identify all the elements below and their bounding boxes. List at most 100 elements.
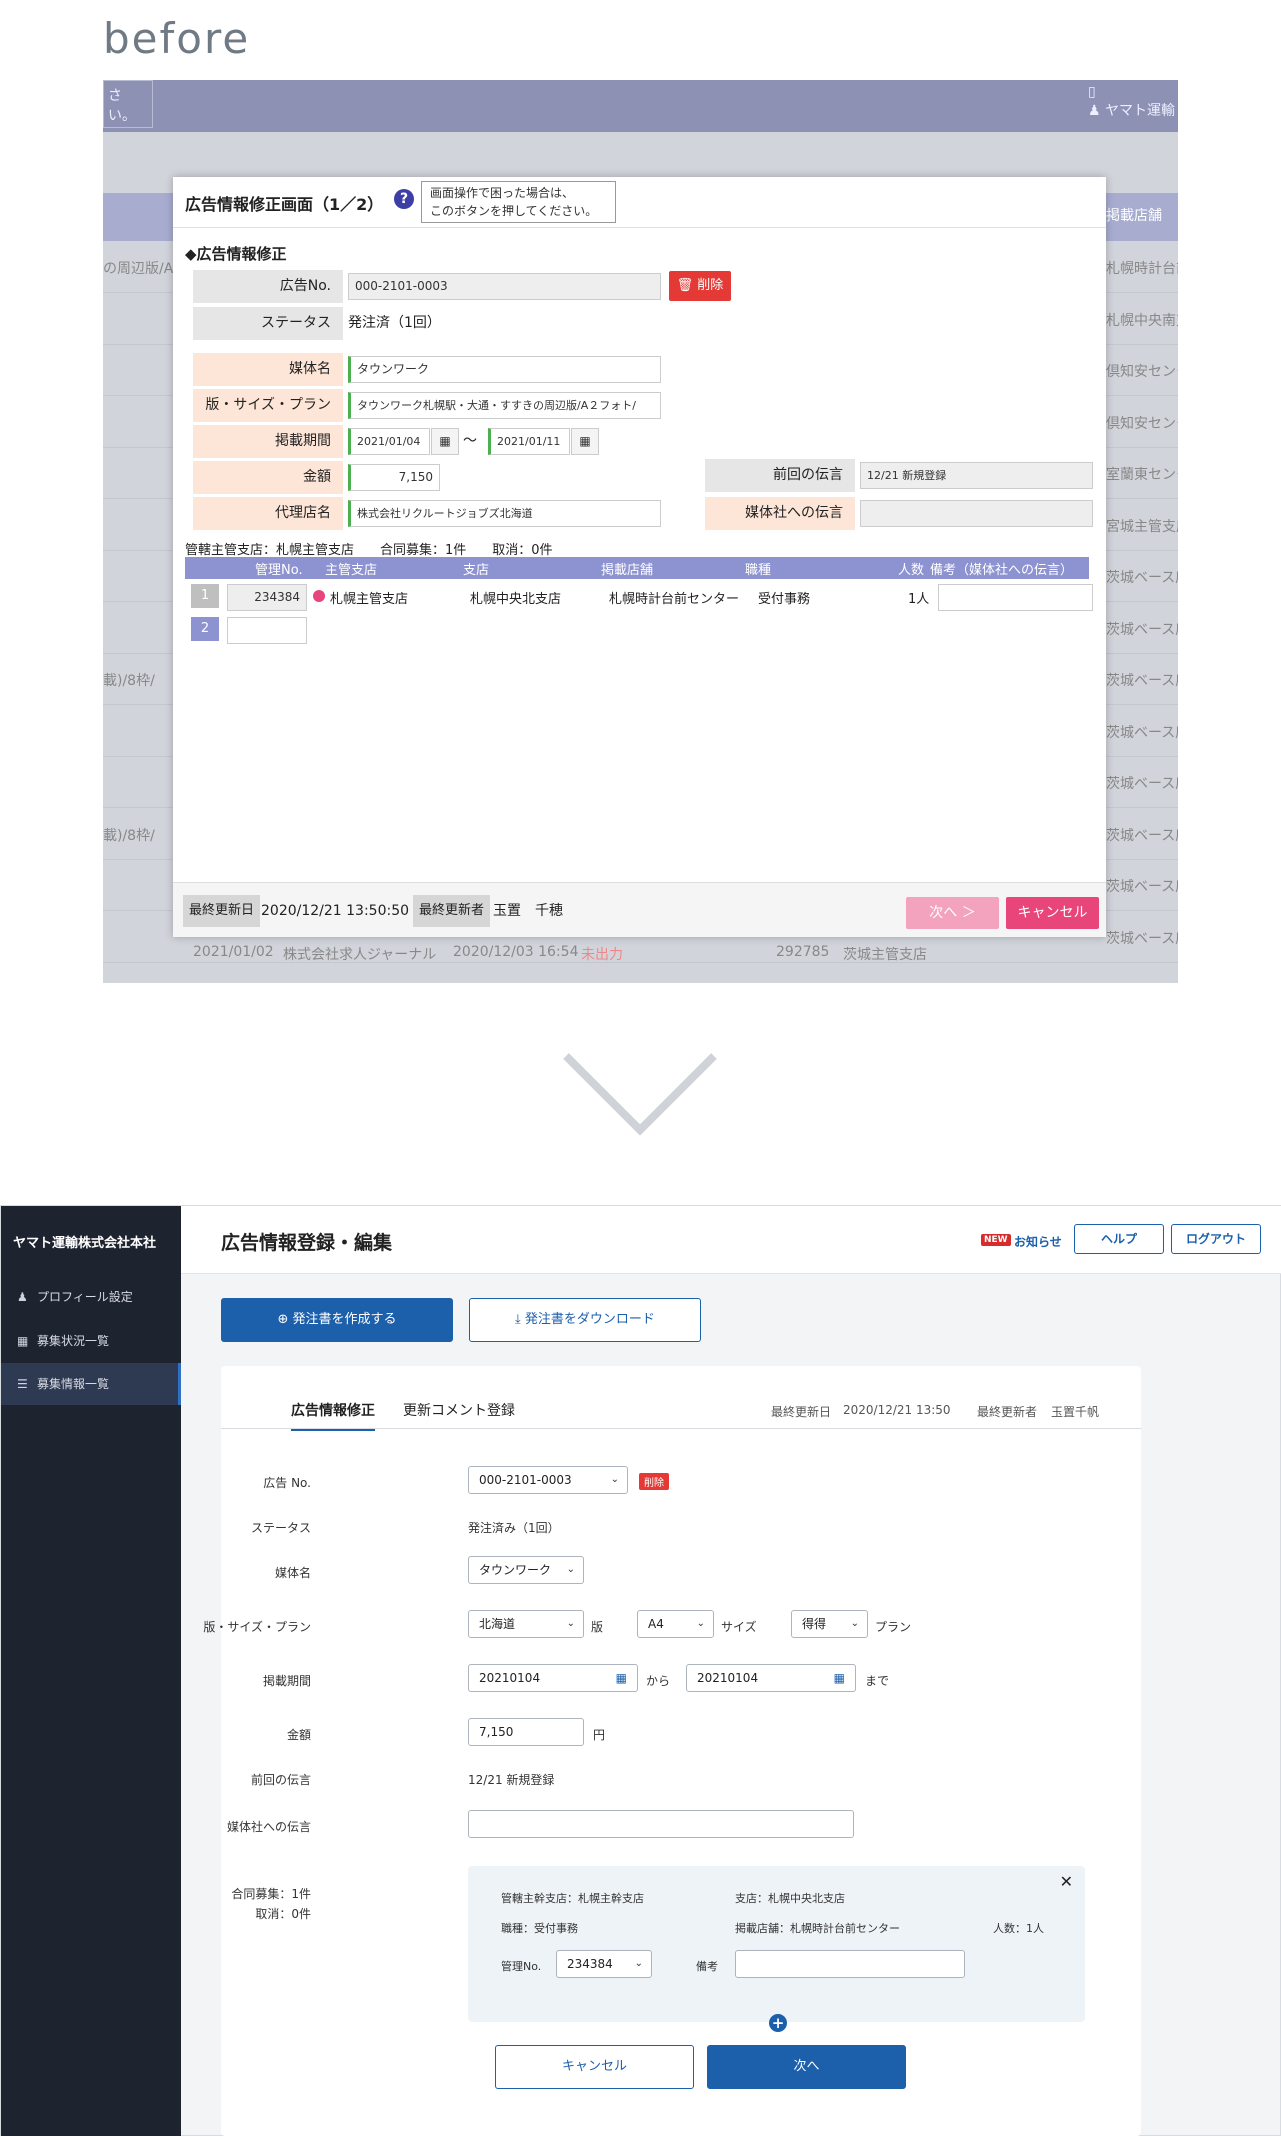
modal-divider xyxy=(173,227,1106,228)
calendar-icon[interactable]: ▦ xyxy=(431,428,459,455)
mgmt-no-select[interactable]: 234384 ⌄ xyxy=(556,1950,652,1978)
calendar-icon: ▦ xyxy=(615,1671,627,1685)
edition-select[interactable]: 北海道 ⌄ xyxy=(468,1610,584,1638)
old-cancel-button[interactable]: キャンセル xyxy=(1006,897,1099,929)
help-icon[interactable]: ? xyxy=(394,189,414,209)
remove-icon[interactable] xyxy=(313,590,325,602)
old-row-store-fragment: 茨城ベース店 xyxy=(1106,724,1178,741)
old-row-store-fragment: 茨城ベース店 xyxy=(1106,570,1178,586)
new-badge: NEW xyxy=(981,1234,1011,1246)
chevron-down-icon: ⌄ xyxy=(696,1618,705,1629)
edit-panel: 広告情報修正 更新コメント登録 最終更新日 2020/12/21 13:50 最… xyxy=(203,1366,1141,2136)
old-next-button[interactable]: 次へ ＞ xyxy=(906,897,999,929)
media-label: 媒体名 xyxy=(274,1566,311,1580)
old-row-store-fragment: 札幌中央南支 xyxy=(1106,312,1178,329)
old-edit-modal: 広告情報修正画面（1／2） ? 画面操作で困った場合は、 このボタンを押してくだ… xyxy=(173,177,1106,937)
ad-no-select[interactable]: 000-2101-0003 ⌄ xyxy=(468,1466,628,1494)
old-media-msg-field[interactable] xyxy=(860,500,1093,527)
col-header: 管理No. xyxy=(255,563,303,578)
chevron-down-icon xyxy=(563,1053,717,1136)
period-from-input[interactable]: 20210104 ▦ xyxy=(468,1664,638,1692)
calendar-icon: ▦ xyxy=(833,1671,845,1685)
tab-ad-edit[interactable]: 広告情報修正 xyxy=(291,1400,375,1431)
old-updater-value: 玉置 千穂 xyxy=(493,903,563,919)
sidebar-item-profile[interactable]: ♟ プロフィール設定 xyxy=(1,1276,181,1318)
download-order-button[interactable]: ⤓ 発注書をダウンロード xyxy=(469,1298,701,1342)
old-period-to[interactable]: 2021/01/11 xyxy=(488,428,570,455)
old-row-branch: 札幌中央北支店 xyxy=(470,592,562,607)
joint-recruit-card: ✕ 管轄主幹支店：札幌主幹支店 支店：札幌中央北支店 職種：受付事務 掲載店舗：… xyxy=(468,1866,1085,2022)
person-icon: ♟ xyxy=(17,1290,28,1304)
help-button[interactable]: ヘルプ xyxy=(1074,1224,1164,1254)
sidebar-item-status[interactable]: ▦ 募集状況一覧 xyxy=(1,1320,181,1362)
plan-unit: プラン xyxy=(875,1620,912,1634)
old-media-field[interactable]: タウンワーク xyxy=(348,356,661,383)
sidebar-item-listings[interactable]: ☰ 募集情報一覧 xyxy=(1,1363,181,1405)
old-agency-field[interactable]: 株式会社リクルートジョブズ北海道 xyxy=(348,500,661,527)
news-link[interactable]: お知らせ xyxy=(1014,1233,1062,1250)
chevron-down-icon: ⌄ xyxy=(610,1474,619,1485)
create-order-button[interactable]: ⊕ 発注書を作成する xyxy=(221,1298,453,1342)
tab-comment[interactable]: 更新コメント登録 xyxy=(403,1400,515,1420)
updated-label: 最終更新日 xyxy=(771,1405,832,1419)
old-row-store-fragment: 茨城ベース店 xyxy=(1106,827,1178,844)
old-modal-title: 広告情報修正画面（1／2） xyxy=(185,195,384,214)
old-row-store-fragment: 茨城ベース店 xyxy=(1106,621,1178,638)
row-number: 1 xyxy=(191,584,219,608)
old-mgmt-no-input[interactable] xyxy=(227,617,307,644)
next-button[interactable]: 次へ xyxy=(707,2045,906,2089)
chevron-down-icon: ⌄ xyxy=(850,1618,859,1629)
amount-input[interactable]: 7,150 xyxy=(468,1718,584,1746)
size-unit: サイズ xyxy=(721,1620,757,1634)
old-amount-label: 金額 xyxy=(193,461,343,494)
old-row-note-input[interactable] xyxy=(938,584,1093,611)
delete-button[interactable]: 削除 xyxy=(639,1473,669,1490)
old-delete-button[interactable]: 🗑 削除 xyxy=(669,271,731,301)
amount-label: 金額 xyxy=(286,1728,311,1742)
joint-count: 人数：1人 xyxy=(993,1922,1044,1935)
old-period-from[interactable]: 2021/01/04 xyxy=(348,428,430,455)
old-plan-field[interactable]: タウンワーク札幌駅・大通・すすきの周辺版/A２フォト/ xyxy=(348,392,661,419)
period-to-input[interactable]: 20210104 ▦ xyxy=(686,1664,856,1692)
old-period-separator: ～ xyxy=(463,433,477,449)
chevron-down-icon: ⌄ xyxy=(566,1564,575,1575)
row-number: 2 xyxy=(191,617,219,641)
help-tooltip: 画面操作で困った場合は、 このボタンを押してください。 xyxy=(421,181,616,223)
period-to-unit: まで xyxy=(865,1674,890,1688)
media-select[interactable]: タウンワーク ⌄ xyxy=(468,1556,584,1584)
add-icon[interactable]: + xyxy=(769,2014,787,2032)
old-topbar-company: ▯ ♟ ヤマト運輸 xyxy=(1088,84,1176,119)
old-section-title: ◆広告情報修正 xyxy=(185,245,287,263)
logout-button[interactable]: ログアウト xyxy=(1171,1224,1261,1254)
before-screenshot: さい。 ▯♟ ヤマト運輸 掲載店舗 の周辺版/A…札幌時計台前札幌中央南支倶知安… xyxy=(103,80,1178,983)
old-row-store-fragment: 茨城ベース店 xyxy=(1106,673,1178,689)
old-row-count: 1人 xyxy=(908,592,930,607)
old-modal-footer: 最終更新日 2020/12/21 13:50:50 最終更新者 玉置 千穂 次へ… xyxy=(173,882,1106,937)
calendar-icon[interactable]: ▦ xyxy=(571,428,599,455)
close-icon[interactable]: ✕ xyxy=(1060,1872,1073,1891)
note-label: 備考 xyxy=(696,1960,718,1973)
cancel-button[interactable]: キャンセル xyxy=(495,2045,694,2089)
plan-select[interactable]: 得得 ⌄ xyxy=(791,1610,868,1638)
size-select[interactable]: A4 ⌄ xyxy=(637,1610,714,1638)
after-screenshot: ヤマト運輸株式会社本社 ♟ プロフィール設定 ▦ 募集状況一覧 ☰ 募集情報一覧 広告… xyxy=(0,1205,1281,2136)
period-from-unit: から xyxy=(646,1674,671,1688)
joint-main-branch: 管轄主幹支店：札幌主幹支店 xyxy=(501,1892,644,1905)
old-amount-field[interactable]: 7,150 xyxy=(348,464,440,491)
old-header-fragment: 掲載店舗 xyxy=(1106,208,1162,224)
calendar-icon: ▦ xyxy=(17,1334,29,1348)
joint-store: 掲載店舗：札幌時計台前センター xyxy=(735,1922,900,1935)
old-updater-label: 最終更新者 xyxy=(413,895,491,927)
old-status-value: 発注済（1回） xyxy=(348,315,441,331)
old-updated-value: 2020/12/21 13:50:50 xyxy=(261,903,410,919)
media-msg-label: 媒体社への伝言 xyxy=(226,1820,311,1834)
note-input[interactable] xyxy=(735,1950,965,1978)
joint-summary: 合同募集：1件 取消：0件 xyxy=(231,1887,311,1921)
chevron-down-icon: ⌄ xyxy=(566,1618,575,1629)
old-row-store-fragment: 茨城ベース店 xyxy=(1106,879,1178,895)
media-msg-input[interactable] xyxy=(468,1810,854,1838)
updater-value: 玉置千帆 xyxy=(1051,1405,1100,1419)
chevron-down-icon: ⌄ xyxy=(634,1958,643,1969)
old-prev-msg-label: 前回の伝言 xyxy=(705,459,855,492)
status-label: ステータス xyxy=(250,1521,311,1535)
